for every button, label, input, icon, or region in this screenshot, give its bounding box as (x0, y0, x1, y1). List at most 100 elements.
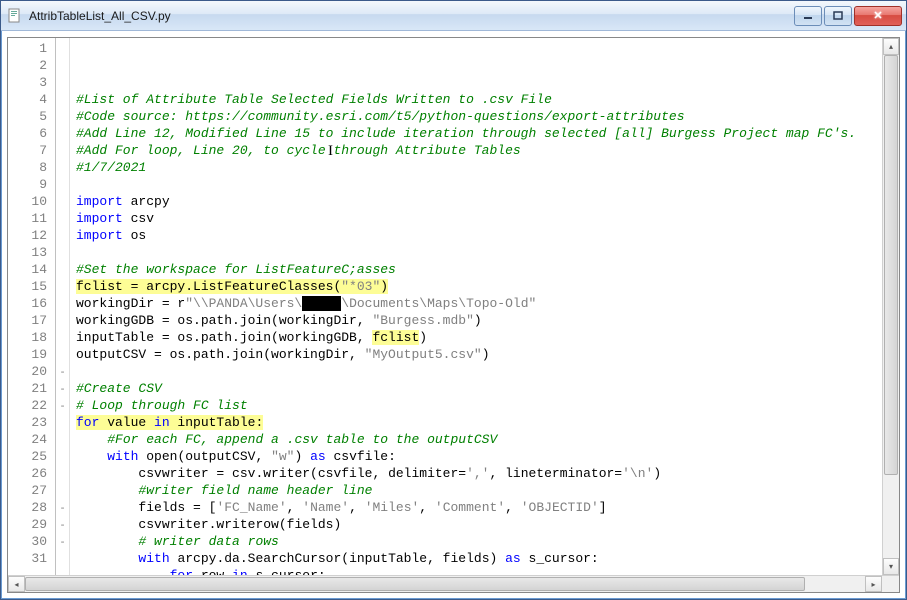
code-line[interactable]: # writer data rows (76, 533, 882, 550)
line-number: 4 (8, 91, 55, 108)
fold-marker (56, 431, 69, 448)
line-number: 16 (8, 295, 55, 312)
line-number: 2 (8, 57, 55, 74)
window-controls: ✕ (792, 6, 902, 26)
fold-marker (56, 142, 69, 159)
titlebar[interactable]: AttribTableList_All_CSV.py ✕ (1, 1, 906, 31)
line-number: 31 (8, 550, 55, 567)
vscroll-thumb[interactable] (884, 55, 898, 475)
fold-marker (56, 74, 69, 91)
code-line[interactable]: import arcpy (76, 193, 882, 210)
fold-marker (56, 159, 69, 176)
line-number: 7 (8, 142, 55, 159)
code-line[interactable]: with open(outputCSV, "w") as csvfile: (76, 448, 882, 465)
code-line[interactable]: #List of Attribute Table Selected Fields… (76, 91, 882, 108)
code-line[interactable] (76, 244, 882, 261)
line-number: 21 (8, 380, 55, 397)
code-line[interactable]: fields = ['FC_Name', 'Name', 'Miles', 'C… (76, 499, 882, 516)
code-line[interactable]: workingDir = r"\\PANDA\Users\XXXXX\Docum… (76, 295, 882, 312)
code-line[interactable] (76, 363, 882, 380)
code-line[interactable]: import os (76, 227, 882, 244)
maximize-button[interactable] (824, 6, 852, 26)
horizontal-scrollbar[interactable]: ◂ ▸ (8, 575, 899, 592)
fold-marker[interactable]: - (56, 516, 69, 533)
fold-marker (56, 244, 69, 261)
fold-marker (56, 465, 69, 482)
line-number: 29 (8, 516, 55, 533)
fold-marker (56, 550, 69, 567)
app-window: AttribTableList_All_CSV.py ✕ 12345678910… (0, 0, 907, 600)
code-line[interactable]: workingGDB = os.path.join(workingDir, "B… (76, 312, 882, 329)
code-line[interactable] (76, 176, 882, 193)
code-line[interactable]: outputCSV = os.path.join(workingDir, "My… (76, 346, 882, 363)
code-line[interactable]: csvwriter.writerow(fields) (76, 516, 882, 533)
scroll-left-button[interactable]: ◂ (8, 576, 25, 592)
hscroll-thumb[interactable] (25, 577, 805, 591)
line-number-gutter[interactable]: 1234567891011121314151617181920212223242… (8, 38, 56, 575)
code-line[interactable]: #1/7/2021 (76, 159, 882, 176)
line-number: 6 (8, 125, 55, 142)
line-number: 3 (8, 74, 55, 91)
window-title: AttribTableList_All_CSV.py (29, 9, 792, 23)
line-number: 25 (8, 448, 55, 465)
minimize-button[interactable] (794, 6, 822, 26)
fold-marker (56, 312, 69, 329)
fold-marker (56, 295, 69, 312)
scroll-up-button[interactable]: ▴ (883, 38, 899, 55)
scroll-down-button[interactable]: ▾ (883, 558, 899, 575)
fold-marker (56, 125, 69, 142)
code-line[interactable]: #Set the workspace for ListFeatureC;asse… (76, 261, 882, 278)
code-line[interactable]: #Code source: https://community.esri.com… (76, 108, 882, 125)
line-number: 1 (8, 40, 55, 57)
code-line[interactable]: import csv (76, 210, 882, 227)
code-line[interactable]: #writer field name header line (76, 482, 882, 499)
code-line[interactable]: fclist = arcpy.ListFeatureClasses("*03") (76, 278, 882, 295)
line-number: 11 (8, 210, 55, 227)
code-line[interactable]: #Add Line 12, Modified Line 15 to includ… (76, 125, 882, 142)
line-number: 26 (8, 465, 55, 482)
fold-column[interactable]: ------ (56, 38, 70, 575)
fold-marker (56, 278, 69, 295)
line-number: 14 (8, 261, 55, 278)
fold-marker (56, 261, 69, 278)
fold-marker (56, 210, 69, 227)
line-number: 17 (8, 312, 55, 329)
close-button[interactable]: ✕ (854, 6, 902, 26)
code-line[interactable]: #Create CSV (76, 380, 882, 397)
fold-marker (56, 414, 69, 431)
line-number: 23 (8, 414, 55, 431)
editor-container: 1234567891011121314151617181920212223242… (7, 37, 900, 593)
line-number: 12 (8, 227, 55, 244)
line-number: 24 (8, 431, 55, 448)
scroll-right-button[interactable]: ▸ (865, 576, 882, 592)
fold-marker (56, 91, 69, 108)
code-line[interactable]: for value in inputTable: (76, 414, 882, 431)
vertical-scrollbar[interactable]: ▴ ▾ (882, 38, 899, 575)
fold-marker[interactable]: - (56, 499, 69, 516)
app-icon (7, 8, 23, 24)
line-number: 13 (8, 244, 55, 261)
code-line[interactable]: # Loop through FC list (76, 397, 882, 414)
code-area[interactable]: #List of Attribute Table Selected Fields… (70, 38, 882, 575)
code-line[interactable]: with arcpy.da.SearchCursor(inputTable, f… (76, 550, 882, 567)
fold-marker (56, 227, 69, 244)
fold-marker[interactable]: - (56, 397, 69, 414)
code-line[interactable]: #For each FC, append a .csv table to the… (76, 431, 882, 448)
fold-marker[interactable]: - (56, 380, 69, 397)
line-number: 20 (8, 363, 55, 380)
fold-marker[interactable]: - (56, 533, 69, 550)
code-line[interactable]: for row in s_cursor: (76, 567, 882, 575)
scrollbar-corner (882, 576, 899, 592)
code-line[interactable]: csvwriter = csv.writer(csvfile, delimite… (76, 465, 882, 482)
close-icon: ✕ (873, 9, 882, 22)
line-number: 8 (8, 159, 55, 176)
fold-marker (56, 176, 69, 193)
line-number: 9 (8, 176, 55, 193)
fold-marker (56, 108, 69, 125)
line-number: 15 (8, 278, 55, 295)
hscroll-track[interactable] (25, 576, 865, 592)
fold-marker (56, 329, 69, 346)
fold-marker[interactable]: - (56, 363, 69, 380)
code-line[interactable]: #Add For loop, Line 20, to cycle through… (76, 142, 882, 159)
code-line[interactable]: inputTable = os.path.join(workingGDB, fc… (76, 329, 882, 346)
